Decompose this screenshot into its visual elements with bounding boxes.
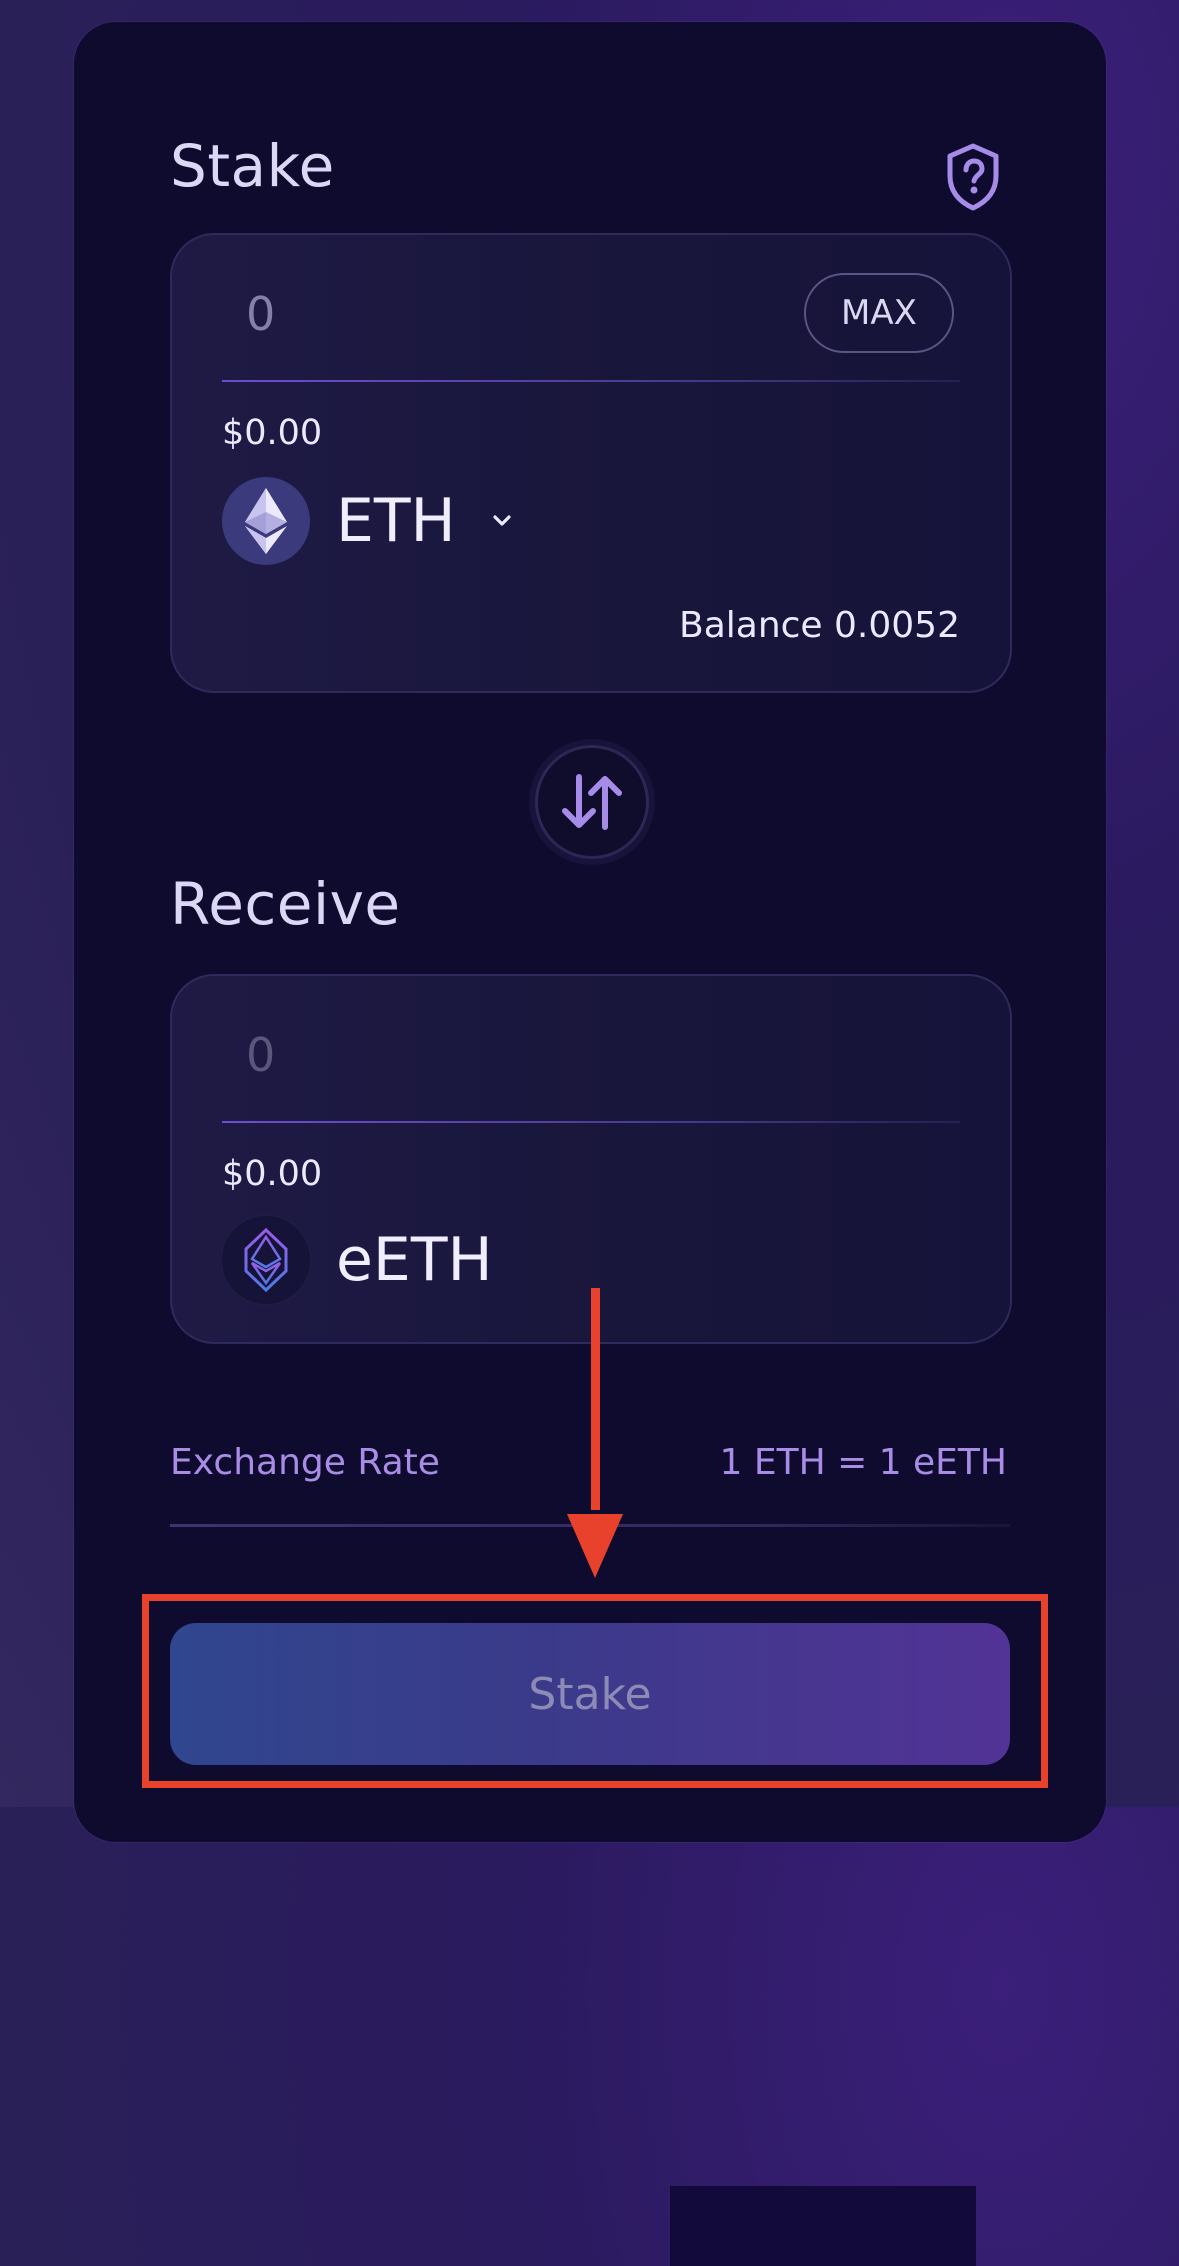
max-button[interactable]: MAX <box>804 273 954 353</box>
shield-question-icon[interactable] <box>944 142 1002 212</box>
amount-underline <box>222 1121 960 1123</box>
stake-amount-panel: 0 MAX $0.00 ETH Balance 0.0052 <box>170 233 1012 693</box>
stake-title: Stake <box>170 132 335 200</box>
stake-amount-input[interactable]: 0 <box>246 287 275 341</box>
eth-logo-icon <box>222 477 310 565</box>
receive-token: eETH <box>222 1216 493 1304</box>
chevron-down-icon <box>493 515 511 526</box>
receive-usd-value: $0.00 <box>222 1154 323 1194</box>
stake-usd-value: $0.00 <box>222 413 323 453</box>
exchange-rate-label: Exchange Rate <box>170 1442 440 1483</box>
receive-amount-output: 0 <box>246 1028 276 1082</box>
receive-token-name: eETH <box>336 1225 493 1295</box>
token-selector[interactable]: ETH <box>222 477 514 565</box>
receive-title: Receive <box>170 870 401 938</box>
balance-text: Balance 0.0052 <box>679 605 960 646</box>
redacted-area <box>670 2186 976 2266</box>
annotation-arrow <box>567 1288 623 1578</box>
swap-arrows-icon <box>562 774 622 830</box>
token-name: ETH <box>336 486 456 556</box>
swap-button[interactable] <box>535 745 649 859</box>
eeth-logo-icon <box>222 1216 310 1304</box>
amount-underline <box>222 380 960 382</box>
exchange-rate-value: 1 ETH = 1 eETH <box>719 1442 1007 1483</box>
annotation-highlight-box <box>142 1594 1048 1788</box>
